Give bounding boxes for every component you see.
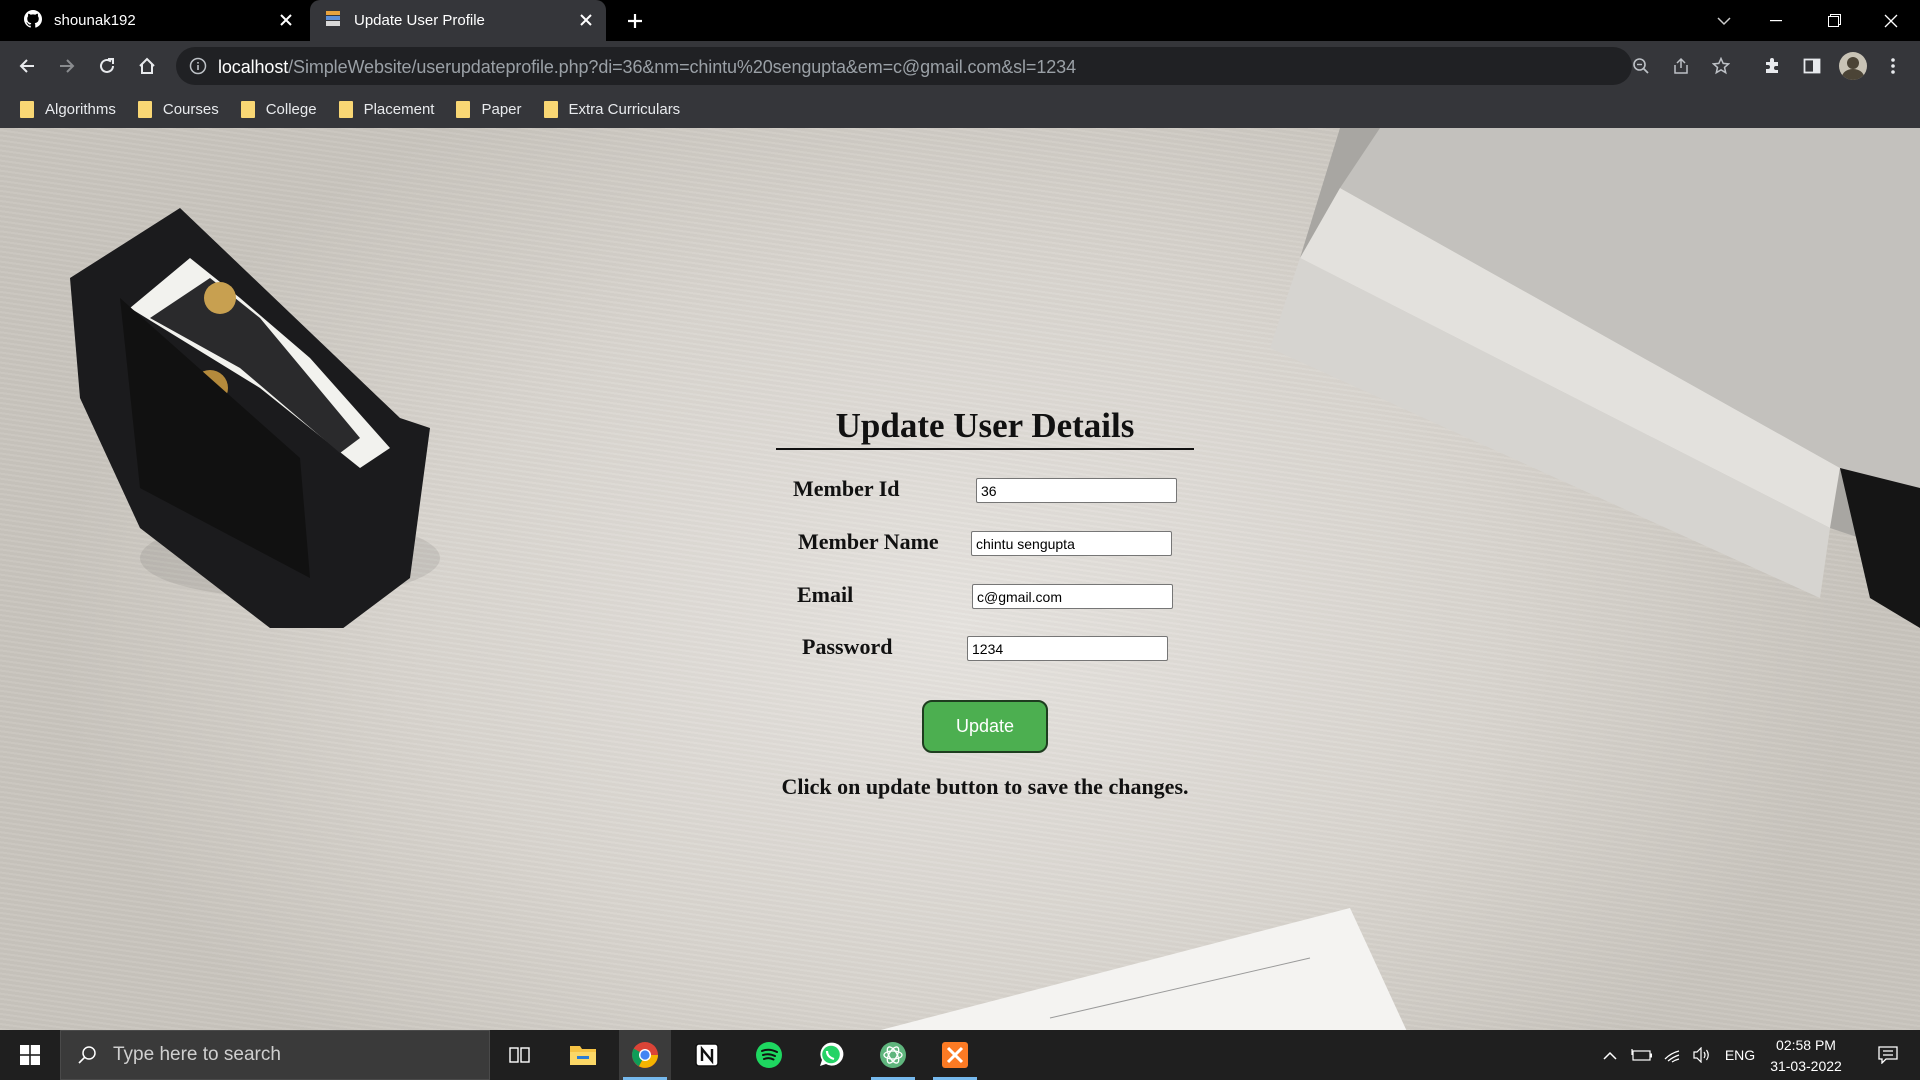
tray-overflow-chevron-icon[interactable] <box>1598 1030 1622 1080</box>
page-background: Update User Details Member Id Member Nam… <box>0 128 1920 1030</box>
share-icon[interactable] <box>1669 54 1693 78</box>
site-info-icon[interactable] <box>188 56 208 76</box>
windows-taskbar: Type here to search ENG 02:58 PM 31-03-2… <box>0 1030 1920 1080</box>
password-row: Password <box>776 634 1194 664</box>
password-input[interactable] <box>967 636 1168 661</box>
folder-icon <box>543 101 558 118</box>
bookmark-label: Algorithms <box>45 101 116 118</box>
restore-icon[interactable] <box>1805 0 1863 41</box>
agenda-paper-image <box>880 908 1407 1030</box>
tape-dispenser-image <box>70 208 440 628</box>
bookmark-label: Courses <box>162 101 219 118</box>
tab-title: shounak192 <box>54 12 136 29</box>
update-user-form: Update User Details Member Id Member Nam… <box>776 406 1194 799</box>
bookmark-label: Extra Curriculars <box>568 101 681 118</box>
member-id-input[interactable] <box>976 478 1177 503</box>
system-clock[interactable]: 02:58 PM 31-03-2022 <box>1763 1035 1849 1077</box>
folder-icon <box>456 101 471 118</box>
more-menu-icon[interactable] <box>1880 53 1906 79</box>
url-path: /SimpleWebsite/userupdateprofile.php?di=… <box>288 57 1076 77</box>
bookmark-folder-placement[interactable]: Placement <box>338 96 435 124</box>
clock-date: 31-03-2022 <box>1770 1058 1842 1074</box>
address-bar[interactable]: localhost/SimpleWebsite/userupdateprofil… <box>176 47 1730 85</box>
folder-icon <box>338 101 353 118</box>
spotify-icon[interactable] <box>743 1030 795 1080</box>
close-tab-icon[interactable] <box>276 10 296 30</box>
close-window-icon[interactable] <box>1862 0 1920 41</box>
new-tab-icon[interactable] <box>622 8 648 34</box>
member-name-label: Member Name <box>798 529 939 554</box>
tab-title: Update User Profile <box>354 12 485 29</box>
bookmark-folder-paper[interactable]: Paper <box>456 96 522 124</box>
bookmark-folder-college[interactable]: College <box>240 96 317 124</box>
folder-icon <box>137 101 152 118</box>
url-text: localhost/SimpleWebsite/userupdateprofil… <box>218 57 1076 78</box>
back-arrow-icon[interactable] <box>11 50 43 82</box>
zoom-icon[interactable] <box>1629 54 1653 78</box>
search-icon <box>77 1045 97 1065</box>
forward-arrow-icon[interactable] <box>51 50 83 82</box>
bookmark-folder-extra-curriculars[interactable]: Extra Curriculars <box>543 96 681 124</box>
taskbar-search-box[interactable]: Type here to search <box>60 1030 490 1080</box>
clock-time: 02:58 PM <box>1776 1037 1836 1053</box>
bookmark-folder-courses[interactable]: Courses <box>137 96 219 124</box>
folder-icon <box>240 101 255 118</box>
tab-search-chevron-icon[interactable] <box>1704 0 1744 41</box>
tab-update-user-profile[interactable]: Update User Profile <box>310 0 606 41</box>
profile-avatar[interactable] <box>1839 52 1867 80</box>
atom-editor-icon[interactable] <box>867 1030 919 1080</box>
github-icon <box>24 9 43 32</box>
language-indicator[interactable]: ENG <box>1722 1030 1758 1080</box>
email-label: Email <box>797 582 854 607</box>
extensions-puzzle-icon[interactable] <box>1759 53 1785 79</box>
minimize-icon[interactable] <box>1747 0 1805 41</box>
whatsapp-icon[interactable] <box>805 1030 857 1080</box>
member-name-input[interactable] <box>971 531 1172 556</box>
url-host: localhost <box>218 57 289 77</box>
windows-start-icon[interactable] <box>0 1030 60 1080</box>
search-placeholder: Type here to search <box>113 1044 281 1065</box>
reload-icon[interactable] <box>91 50 123 82</box>
browser-tab-strip: shounak192 Update User Profile <box>0 0 1920 41</box>
file-explorer-icon[interactable] <box>557 1030 609 1080</box>
task-view-icon[interactable] <box>494 1030 546 1080</box>
member-name-row: Member Name <box>776 529 1194 559</box>
notifications-icon[interactable] <box>1866 1030 1910 1080</box>
password-label: Password <box>802 634 893 659</box>
wifi-icon[interactable] <box>1659 1030 1687 1080</box>
page-favicon <box>324 10 342 32</box>
member-id-row: Member Id <box>776 476 1194 506</box>
notion-icon[interactable] <box>681 1030 733 1080</box>
bookmark-folder-algorithms[interactable]: Algorithms <box>20 96 116 124</box>
books-image <box>1270 128 1920 628</box>
side-panel-icon[interactable] <box>1799 53 1825 79</box>
tab-github[interactable]: shounak192 <box>10 0 306 41</box>
volume-icon[interactable] <box>1688 1030 1716 1080</box>
bookmark-label: College <box>265 101 317 118</box>
page-title: Update User Details <box>776 406 1194 450</box>
home-icon[interactable] <box>131 50 163 82</box>
email-input[interactable] <box>972 584 1173 609</box>
close-tab-icon[interactable] <box>576 10 596 30</box>
chrome-taskbar-icon[interactable] <box>619 1030 671 1080</box>
update-button[interactable]: Update <box>922 700 1048 753</box>
folder-icon <box>20 101 34 118</box>
xampp-icon[interactable] <box>929 1030 981 1080</box>
save-hint-text: Click on update button to save the chang… <box>781 774 1189 799</box>
bookmark-label: Placement <box>363 101 435 118</box>
email-row: Email <box>776 582 1194 612</box>
browser-toolbar: localhost/SimpleWebsite/userupdateprofil… <box>0 41 1920 91</box>
member-id-label: Member Id <box>793 476 900 501</box>
bookmark-label: Paper <box>481 101 522 118</box>
bookmarks-bar: Algorithms Courses College Placement Pap… <box>0 91 1920 128</box>
battery-icon[interactable] <box>1628 1030 1656 1080</box>
bookmark-star-icon[interactable] <box>1709 54 1733 78</box>
